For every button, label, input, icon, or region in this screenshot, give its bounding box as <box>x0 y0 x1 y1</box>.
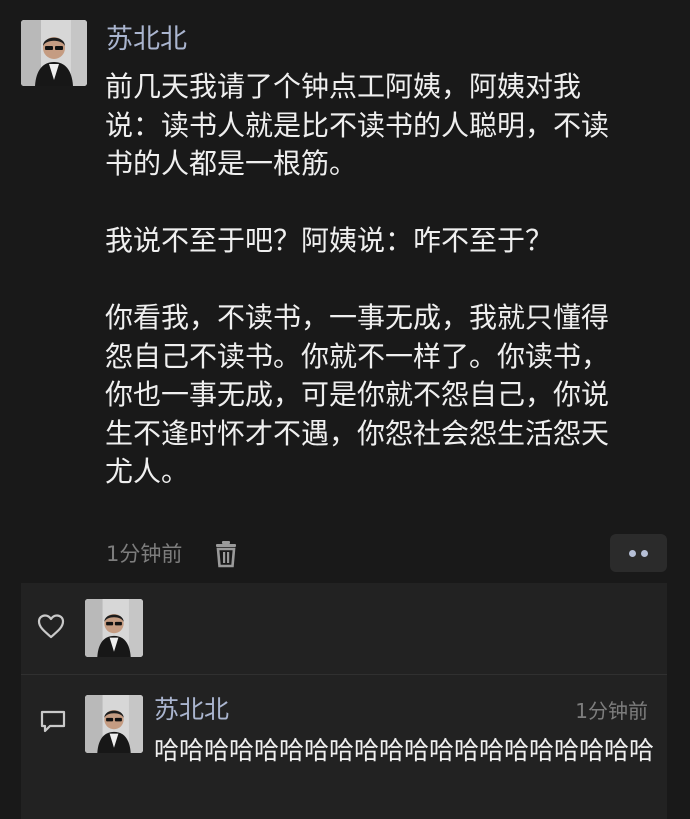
heart-icon[interactable] <box>36 612 66 640</box>
post-text: 前几天我请了个钟点工阿姨，阿姨对我 说：读书人就是比不读书的人聪明，不读 书的人… <box>105 68 675 492</box>
post-paragraph: 我说不至于吧？阿姨说：咋不至于？ <box>105 224 554 257</box>
post-paragraph: 你看我，不读书，一事无成，我就只懂得 怨自己不读书。你就不一样了。你读书， 你也… <box>105 301 610 488</box>
post-timestamp: 1分钟前 <box>106 542 183 566</box>
trash-icon[interactable] <box>213 540 239 568</box>
comment-text[interactable]: 哈哈哈哈哈哈哈哈哈哈哈哈哈哈哈哈哈哈哈哈 <box>154 734 654 767</box>
panel-divider <box>21 674 667 675</box>
commenter-avatar[interactable] <box>85 695 143 753</box>
post-paragraph: 前几天我请了个钟点工阿姨，阿姨对我 说：读书人就是比不读书的人聪明，不读 书的人… <box>105 70 610 180</box>
avatar-photo <box>85 695 143 753</box>
avatar-photo <box>85 599 143 657</box>
author-avatar[interactable] <box>21 20 87 86</box>
comment-author-name[interactable]: 苏北北 <box>154 693 229 727</box>
comment-icon[interactable] <box>38 707 68 735</box>
more-button[interactable] <box>610 534 667 572</box>
more-dots-icon <box>629 550 636 557</box>
avatar-photo <box>21 20 87 86</box>
more-dots-icon <box>641 550 648 557</box>
post-author-name[interactable]: 苏北北 <box>106 22 187 58</box>
comment-timestamp: 1分钟前 <box>575 699 648 723</box>
liker-avatar[interactable] <box>85 599 143 657</box>
